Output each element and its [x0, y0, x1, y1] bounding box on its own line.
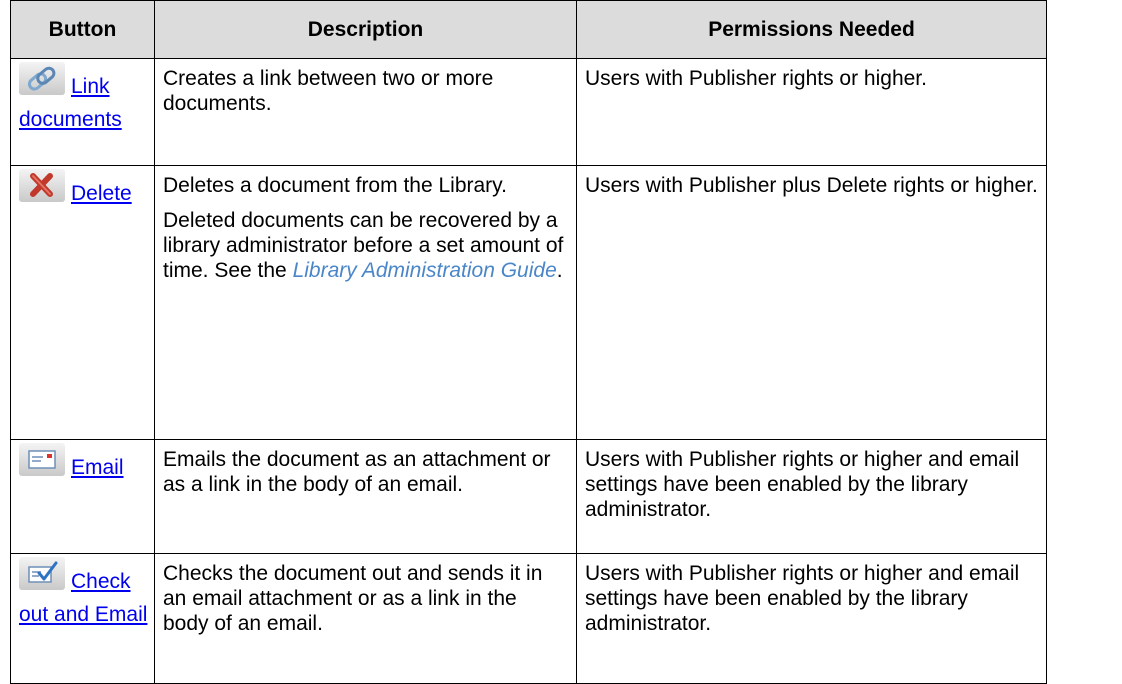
description-text: Emails the document as an attachment or … [163, 448, 551, 496]
link-documents-button-line2[interactable]: documents [19, 107, 148, 132]
table-row: Check out and Email Checks the document … [10, 553, 1047, 684]
description-text: Creates a link between two or more docum… [163, 67, 494, 115]
button-cell: Check out and Email [10, 553, 155, 684]
permissions-text: Users with Publisher rights or higher an… [585, 448, 1020, 521]
description-text: Checks the document out and sends it in … [163, 562, 543, 635]
button-cell: Delete [10, 165, 155, 440]
description-text: Deletes a document from the Library. [163, 174, 507, 197]
permissions-cell: Users with Publisher plus Delete rights … [576, 165, 1047, 440]
description-cell: Checks the document out and sends it in … [154, 553, 577, 684]
permissions-cell: Users with Publisher rights or higher an… [576, 553, 1047, 684]
description-extra-end: . [556, 259, 563, 282]
header-description: Description [154, 0, 577, 59]
checkout-email-icon[interactable] [19, 557, 65, 590]
permissions-text: Users with Publisher rights or higher an… [585, 562, 1020, 635]
button-cell: Link documents [10, 58, 155, 166]
permissions-text: Users with Publisher plus Delete rights … [585, 174, 1038, 197]
email-icon[interactable] [19, 443, 65, 476]
description-extra: Deleted documents can be recovered by a … [163, 208, 568, 283]
table-row: Email Emails the document as an attachme… [10, 439, 1047, 554]
button-cell: Email [10, 439, 155, 554]
header-permissions: Permissions Needed [576, 0, 1047, 59]
table-row: Delete Deletes a document from the Libra… [10, 165, 1047, 440]
library-admin-guide-link[interactable]: Library Administration Guide [293, 259, 557, 282]
permissions-cell: Users with Publisher rights or higher an… [576, 439, 1047, 554]
permissions-cell: Users with Publisher rights or higher. [576, 58, 1047, 166]
description-cell: Creates a link between two or more docum… [154, 58, 577, 166]
checkout-email-button[interactable]: Check [71, 570, 131, 593]
table-header-row: Button Description Permissions Needed [10, 0, 1047, 59]
header-button: Button [10, 0, 155, 59]
table-row: Link documents Creates a link between tw… [10, 58, 1047, 166]
checkout-email-button-line2[interactable]: out and Email [19, 602, 148, 627]
delete-x-icon[interactable] [19, 169, 65, 202]
delete-button[interactable]: Delete [71, 182, 132, 205]
description-cell: Deletes a document from the Library. Del… [154, 165, 577, 440]
permissions-text: Users with Publisher rights or higher. [585, 67, 927, 90]
permissions-table: Button Description Permissions Needed Li… [10, 0, 1047, 684]
link-icon[interactable] [19, 62, 65, 95]
link-documents-button[interactable]: Link [71, 75, 110, 98]
description-cell: Emails the document as an attachment or … [154, 439, 577, 554]
email-button[interactable]: Email [71, 456, 124, 479]
